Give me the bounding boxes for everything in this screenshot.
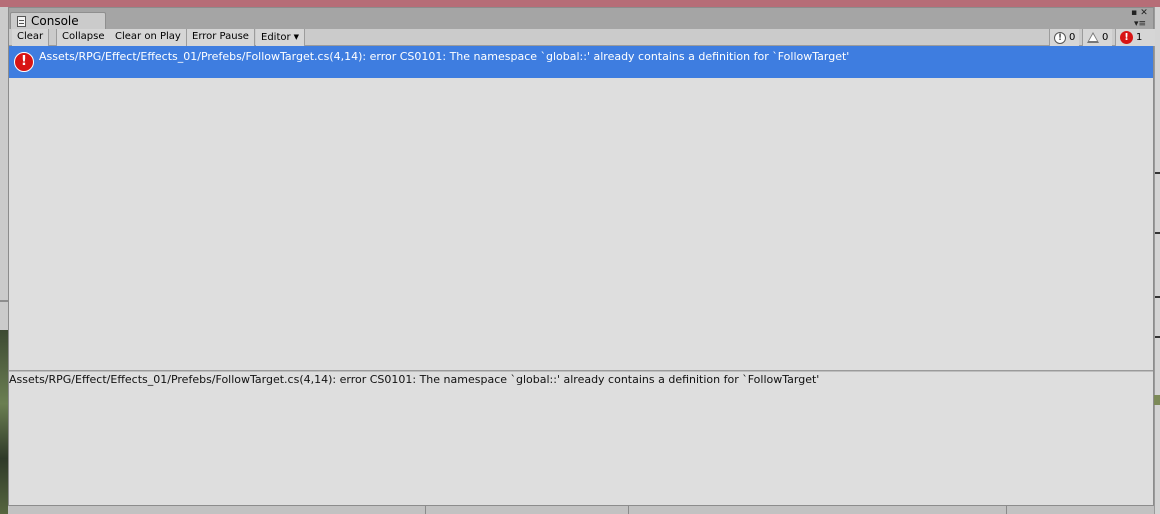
close-icon[interactable]: ✕ bbox=[1139, 9, 1149, 18]
panel-divider bbox=[628, 506, 629, 514]
tab-strip: Console ▪ ✕ ▾≡ bbox=[9, 8, 1153, 29]
console-icon bbox=[17, 15, 26, 27]
inspector-text-fragment bbox=[1155, 172, 1160, 174]
log-detail-pane[interactable]: Assets/RPG/Effect/Effects_01/Prefebs/Fol… bbox=[9, 372, 1153, 505]
scene-view-fragment bbox=[0, 330, 8, 514]
info-count: 0 bbox=[1069, 32, 1076, 43]
error-count: 1 bbox=[1136, 32, 1143, 43]
panel-divider bbox=[425, 506, 426, 514]
inspector-panel-edge bbox=[1154, 7, 1160, 514]
error-counter-toggle[interactable]: ! 1 bbox=[1115, 29, 1155, 46]
inspector-text-fragment bbox=[1155, 296, 1160, 298]
log-list[interactable]: ! Assets/RPG/Effect/Effects_01/Prefebs/F… bbox=[9, 46, 1153, 370]
collapse-button[interactable]: Collapse bbox=[56, 29, 111, 46]
maximize-icon[interactable]: ▪ bbox=[1129, 9, 1139, 18]
log-entry[interactable]: ! Assets/RPG/Effect/Effects_01/Prefebs/F… bbox=[9, 46, 1153, 78]
clear-on-play-button[interactable]: Clear on Play bbox=[110, 29, 187, 46]
error-pause-button[interactable]: Error Pause bbox=[187, 29, 255, 46]
warning-count: 0 bbox=[1102, 32, 1109, 43]
window-options-icon[interactable]: ▾≡ bbox=[1131, 20, 1149, 29]
inspector-text-fragment bbox=[1155, 336, 1160, 338]
inspector-text-fragment bbox=[1155, 232, 1160, 234]
editor-dropdown-label: Editor bbox=[261, 32, 291, 43]
info-icon: ! bbox=[1054, 31, 1066, 44]
editor-left-divider bbox=[0, 300, 8, 302]
tab-console-label: Console bbox=[31, 14, 79, 28]
window-controls: ▪ ✕ ▾≡ bbox=[1123, 9, 1149, 29]
clear-button[interactable]: Clear bbox=[12, 29, 50, 46]
console-toolbar: Clear Collapse Clear on Play Error Pause… bbox=[9, 29, 1155, 46]
log-detail-text: Assets/RPG/Effect/Effects_01/Prefebs/Fol… bbox=[9, 373, 820, 386]
editor-title-bar bbox=[0, 0, 1160, 7]
warning-icon bbox=[1087, 32, 1099, 43]
chevron-down-icon: ▼ bbox=[293, 33, 299, 41]
error-icon: ! bbox=[14, 52, 34, 72]
warning-counter-toggle[interactable]: 0 bbox=[1082, 29, 1113, 46]
console-window: Console ▪ ✕ ▾≡ Clear Collapse Clear on Pl… bbox=[8, 7, 1155, 506]
info-counter-toggle[interactable]: ! 0 bbox=[1049, 29, 1080, 46]
editor-bottom-panel bbox=[8, 506, 1154, 514]
error-icon: ! bbox=[1120, 31, 1133, 44]
log-entry-message: Assets/RPG/Effect/Effects_01/Prefebs/Fol… bbox=[39, 50, 850, 63]
tab-console[interactable]: Console bbox=[10, 12, 106, 29]
editor-dropdown[interactable]: Editor ▼ bbox=[256, 29, 305, 46]
panel-divider bbox=[1006, 506, 1007, 514]
